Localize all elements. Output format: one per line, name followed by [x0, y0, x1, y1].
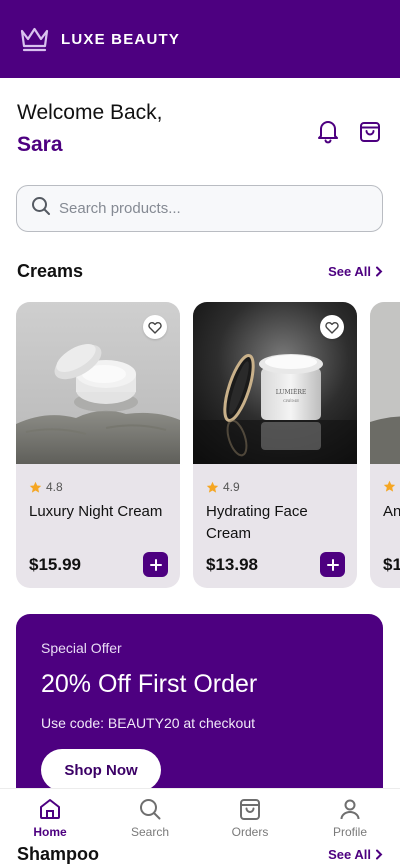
svg-text:CRÈME: CRÈME [283, 398, 299, 403]
tab-label: Profile [332, 825, 367, 839]
bottom-tab-bar: Home Search Orders Profile [0, 788, 400, 844]
rating-value: 4.8 [46, 480, 63, 494]
header-actions [316, 118, 382, 144]
shampoo-see-all-link[interactable]: See All [328, 847, 383, 862]
welcome-block: Welcome Back, Sara [17, 101, 163, 157]
creams-title: Creams [17, 261, 84, 281]
see-all-label: See All [328, 264, 371, 279]
special-offer-banner: Special Offer 20% Off First Order Use co… [16, 614, 383, 814]
plus-icon [149, 558, 162, 571]
search-icon [31, 196, 51, 221]
product-rating: 4.8 [29, 480, 63, 494]
svg-text:LUMIÈRE: LUMIÈRE [276, 388, 307, 396]
tab-label: Search [130, 825, 170, 839]
tab-orders[interactable]: Orders [200, 789, 300, 844]
offer-label: Special Offer [41, 640, 122, 656]
add-to-cart-button[interactable] [143, 552, 168, 577]
shopping-bag-icon [240, 799, 260, 820]
star-icon [206, 481, 219, 493]
app-header: LUXE BEAUTY [0, 0, 400, 78]
offer-code-text: Use code: BEAUTY20 at checkout [41, 715, 255, 731]
product-image [16, 302, 180, 464]
favorite-heart-icon[interactable] [143, 315, 167, 339]
product-card[interactable]: LUMIÈRE CRÈME 4.9 Hydrating Face Cream $… [193, 302, 357, 588]
tab-search[interactable]: Search [100, 789, 200, 844]
star-icon [383, 480, 396, 492]
chevron-right-icon [376, 266, 383, 277]
search-bar[interactable] [16, 185, 383, 232]
chevron-right-icon [376, 849, 383, 860]
search-icon [140, 799, 161, 820]
product-price: $13.98 [206, 555, 258, 574]
star-icon [29, 481, 42, 493]
shop-now-button[interactable]: Shop Now [41, 749, 161, 791]
creams-section-header: Creams See All [17, 261, 383, 282]
rating-value: 4.9 [223, 480, 240, 494]
user-name: Sara [17, 133, 63, 156]
product-name: An... Se... [383, 503, 400, 520]
tab-profile[interactable]: Profile [300, 789, 400, 844]
home-icon [40, 799, 60, 819]
product-name: Hydrating Face Cream [206, 503, 308, 542]
add-to-cart-button[interactable] [320, 552, 345, 577]
product-price: $15.99 [29, 555, 81, 574]
tab-label: Home [33, 825, 67, 839]
bell-icon[interactable] [316, 118, 340, 144]
creams-carousel[interactable]: 4.8 Luxury Night Cream $15.99 LUMIÈRE CR… [16, 302, 400, 588]
user-icon [340, 799, 360, 820]
shampoo-title: Shampoo [17, 844, 100, 864]
creams-see-all-link[interactable]: See All [328, 264, 383, 279]
brand-name: LUXE BEAUTY [61, 30, 181, 48]
shampoo-section-header: Shampoo See All [17, 844, 383, 865]
offer-headline: 20% Off First Order [41, 670, 258, 698]
product-image [370, 302, 400, 464]
product-name: Luxury Night Cream [29, 503, 163, 520]
tab-label: Orders [231, 825, 269, 839]
cart-bag-icon[interactable] [358, 118, 382, 144]
plus-icon [326, 558, 339, 571]
product-card[interactable]: 4.8 Luxury Night Cream $15.99 [16, 302, 180, 588]
welcome-greeting: Welcome Back, [17, 101, 163, 124]
crown-icon [18, 25, 50, 53]
product-rating [383, 480, 396, 493]
tab-home[interactable]: Home [0, 789, 100, 844]
product-image: LUMIÈRE CRÈME [193, 302, 357, 464]
product-rating: 4.9 [206, 480, 240, 494]
search-input[interactable] [59, 200, 359, 217]
product-price: $1... [383, 555, 400, 574]
see-all-label: See All [328, 847, 371, 862]
favorite-heart-icon[interactable] [320, 315, 344, 339]
product-card[interactable]: An... Se... $1... [370, 302, 400, 588]
